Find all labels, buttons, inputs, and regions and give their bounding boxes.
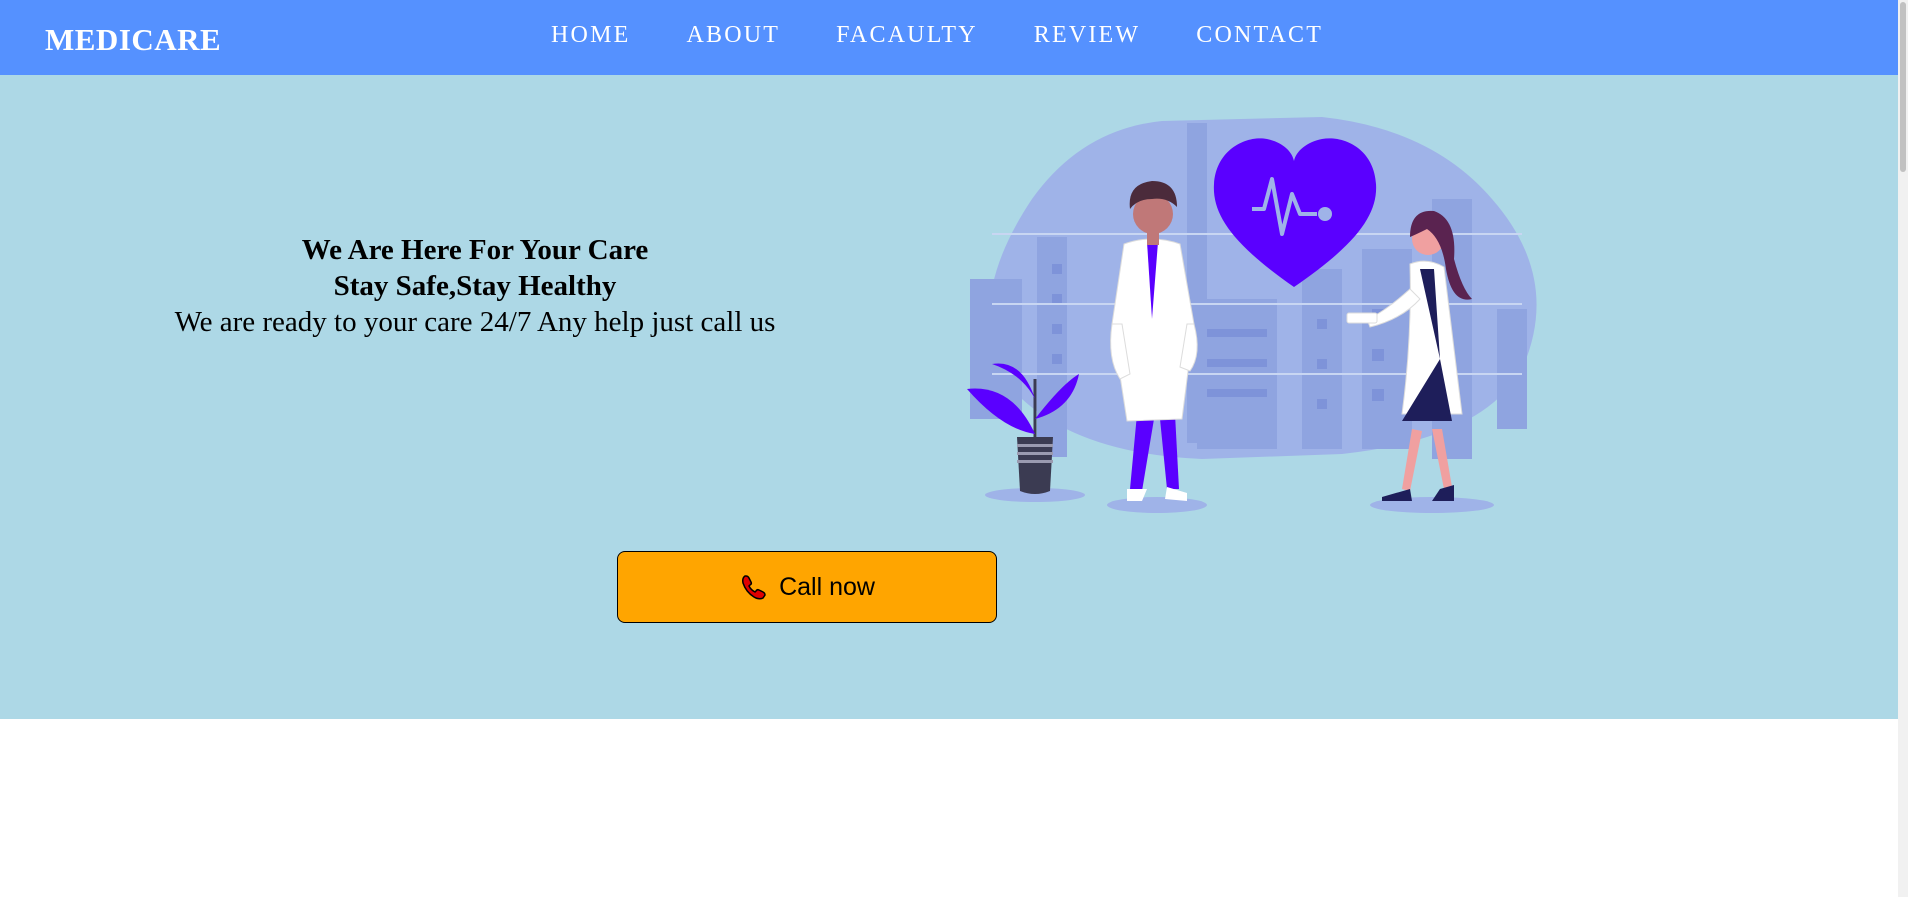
nav-link-home[interactable]: HOME	[551, 20, 630, 50]
scrollbar-thumb[interactable]	[1900, 2, 1906, 172]
call-now-button[interactable]: Call now	[617, 551, 997, 623]
hero-subtitle: We are ready to your care 24/7 Any help …	[174, 306, 776, 338]
nav-link-faculty[interactable]: FACAULTY	[836, 20, 978, 50]
brand-logo[interactable]: MEDICARE	[45, 22, 221, 58]
hero-heading-line1: We Are Here For Your Care	[301, 234, 649, 266]
vertical-scrollbar[interactable]	[1898, 0, 1908, 897]
nav-links: HOME ABOUT FACAULTY REVIEW CONTACT	[551, 20, 1323, 50]
hero-text: We Are Here For Your Care Stay Safe,Stay…	[100, 232, 850, 340]
navbar: MEDICARE HOME ABOUT FACAULTY REVIEW CONT…	[0, 0, 1898, 75]
hero-section: We Are Here For Your Care Stay Safe,Stay…	[0, 75, 1898, 719]
hero-heading-line2: Stay Safe,Stay Healthy	[333, 270, 617, 302]
phone-icon	[742, 575, 766, 600]
nav-link-about[interactable]: ABOUT	[686, 20, 780, 50]
nav-link-review[interactable]: REVIEW	[1034, 20, 1141, 50]
nav-link-contact[interactable]: CONTACT	[1196, 20, 1323, 50]
call-now-label: Call now	[779, 572, 875, 601]
doctors-heart-illustration	[967, 117, 1537, 513]
page: MEDICARE HOME ABOUT FACAULTY REVIEW CONT…	[0, 0, 1908, 897]
